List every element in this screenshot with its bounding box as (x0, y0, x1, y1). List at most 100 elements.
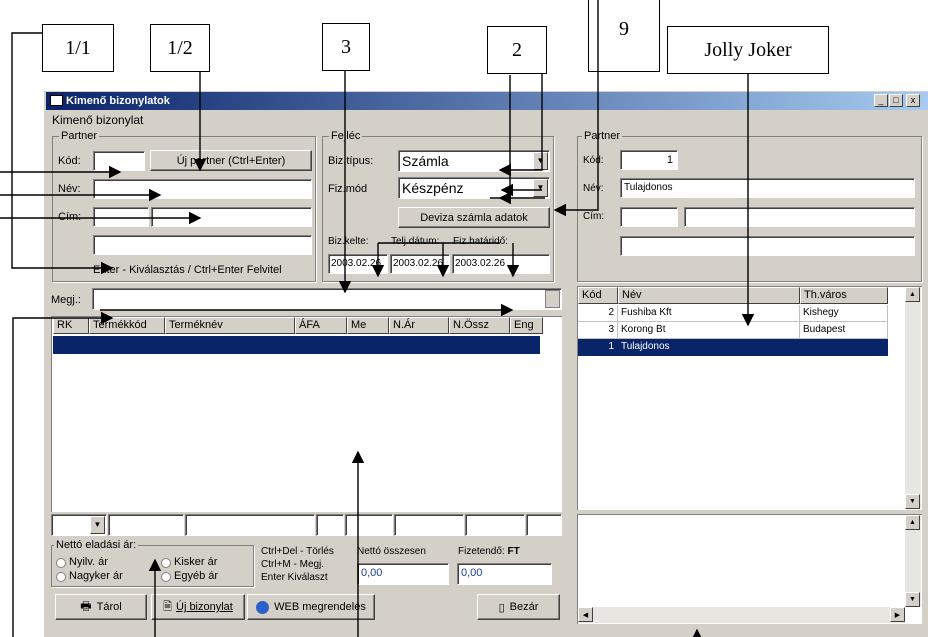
scroll-down-icon[interactable]: ▼ (905, 494, 920, 509)
footer-field-3[interactable] (316, 514, 344, 536)
radio-nagyker[interactable] (56, 572, 66, 582)
right-partner-title: Partner (582, 130, 623, 142)
right-address-field[interactable] (620, 236, 915, 256)
fizetendo-field: 0,00 (457, 563, 552, 585)
biz-kelte-label: Biz.kelte: (328, 236, 369, 247)
partner-hint: Enter - Kiválasztás / Ctrl+Enter Felvite… (93, 264, 282, 276)
window-title: Kimenő bizonylatok (66, 95, 170, 107)
right-nev-field[interactable]: Tulajdonos (620, 178, 915, 198)
items-col-2[interactable]: Terméknév (165, 317, 295, 334)
nev-label: Név: (58, 183, 81, 195)
scroll-up-icon[interactable]: ▲ (905, 287, 920, 302)
scroll-right-icon[interactable]: ▶ (890, 607, 905, 622)
footer-field-1[interactable] (108, 514, 184, 536)
radio-nyilv-label: Nyilv. ár (69, 556, 108, 568)
right-kod-label: Kód: (583, 155, 604, 166)
bezar-label: Bezár (509, 601, 539, 613)
items-col-6[interactable]: N.Össz (449, 317, 510, 334)
deviza-button[interactable]: Deviza számla adatok (398, 207, 550, 228)
web-order-button[interactable]: WEB megrendelés (247, 594, 375, 620)
biz-kelte-field[interactable]: 2003.02.26 (328, 254, 388, 274)
right-cim-label: Cím: (583, 211, 605, 222)
radio-nyilv[interactable] (56, 558, 66, 568)
fiz-mod-value: Készpénz (402, 180, 464, 196)
megj-spinner[interactable] (545, 290, 560, 308)
items-col-3[interactable]: ÁFA (295, 317, 347, 334)
radio-egyeb[interactable] (161, 572, 171, 582)
telj-datum-label: Telj.dátum: (391, 236, 440, 247)
radio-kisker[interactable] (161, 558, 171, 568)
footer-field-5[interactable] (394, 514, 464, 536)
footer-field-2[interactable] (185, 514, 315, 536)
right-kod-value: 1 (666, 154, 673, 166)
address-field[interactable] (93, 235, 312, 255)
right-kod-field[interactable]: 1 (620, 150, 678, 170)
biz-tipus-select[interactable]: Számla ▼ (398, 150, 550, 172)
items-col-4[interactable]: Me (347, 317, 389, 334)
col-kod[interactable]: Kód (578, 287, 618, 304)
printer-icon: 🖶 (80, 598, 92, 613)
callout-2: 2 (487, 26, 547, 74)
items-col-5[interactable]: N.Ár (389, 317, 449, 334)
window-titlebar[interactable]: Kimenő bizonylatok (46, 92, 928, 110)
tarol-button[interactable]: 🖶 Tárol (55, 594, 147, 620)
kimeno-bizonylat-title: Kimenő bizonylat (52, 113, 144, 127)
zip-field[interactable] (93, 207, 149, 227)
app-icon (50, 95, 63, 106)
table-row[interactable]: 2 Fushiba Kft Kishegy (578, 305, 888, 322)
chevron-down-icon[interactable]: ▼ (533, 179, 548, 197)
scroll-up-icon[interactable]: ▲ (905, 515, 920, 530)
maximize-button[interactable]: □ (889, 94, 903, 107)
cim-label: Cím: (58, 211, 82, 223)
partner-grid-scrollbar[interactable]: ▲ ▼ (905, 287, 921, 509)
cell-varos (800, 339, 888, 356)
footer-combo[interactable]: ▼ (51, 514, 107, 536)
fiz-hatarido-label: Fiz.határidő: (453, 236, 509, 247)
items-selected-row[interactable] (53, 336, 540, 354)
new-partner-button[interactable]: Új partner (Ctrl+Enter) (150, 150, 312, 171)
document-icon: 🗎 (163, 600, 172, 613)
telj-datum-field[interactable]: 2003.02.26 (390, 254, 450, 274)
items-col-7[interactable]: Eng (510, 317, 543, 334)
footer-field-6[interactable] (465, 514, 525, 536)
shortcut-kivalaszt: Enter Kiválaszt (261, 572, 328, 583)
memo-hscroll[interactable]: ◀ ▶ (578, 607, 905, 623)
minimize-button[interactable]: _ (874, 94, 888, 107)
tarol-label: Tárol (96, 601, 122, 613)
right-city-field[interactable] (684, 207, 915, 227)
right-zip-field[interactable] (620, 207, 678, 227)
cell-nev: Tulajdonos (621, 341, 670, 352)
cell-kod: 2 (578, 305, 618, 322)
table-row[interactable]: 3 Korong Bt Budapest (578, 322, 888, 339)
footer-field-7[interactable] (526, 514, 562, 536)
nev-field[interactable] (93, 179, 312, 199)
footer-field-4[interactable] (345, 514, 393, 536)
city-field[interactable] (151, 207, 312, 227)
callout-1-2: 1/2 (150, 24, 210, 72)
kod-field[interactable] (93, 151, 145, 171)
callout-3: 3 (322, 23, 370, 71)
close-button[interactable]: x (906, 94, 920, 107)
col-nev[interactable]: Név (618, 287, 800, 304)
fiz-mod-select[interactable]: Készpénz ▼ (398, 177, 550, 199)
items-col-0[interactable]: RK (53, 317, 89, 334)
memo-vscroll[interactable]: ▲ ▼ (905, 515, 921, 607)
biz-tipus-label: Biz.típus: (328, 155, 374, 167)
chevron-down-icon[interactable]: ▼ (90, 516, 105, 534)
scroll-left-icon[interactable]: ◀ (578, 607, 593, 622)
netto-price-title: Nettó eladási ár: (54, 539, 139, 551)
table-row[interactable]: 1 Tulajdonos (578, 339, 888, 356)
uj-bizonylat-label: Új bizonylat (176, 601, 233, 613)
netto-osszesen-field: 0,00 (357, 563, 449, 585)
fiz-hatarido-field[interactable]: 2003.02.26 (452, 254, 550, 274)
megj-field[interactable] (92, 288, 562, 310)
uj-bizonylat-button[interactable]: 🗎 Új bizonylat (151, 594, 245, 620)
web-order-label: WEB megrendelés (274, 601, 366, 613)
megj-label: Megj.: (51, 294, 81, 306)
chevron-down-icon[interactable]: ▼ (533, 152, 548, 170)
shortcut-torles: Ctrl+Del - Törlés (261, 546, 334, 557)
scroll-down-icon[interactable]: ▼ (905, 592, 920, 607)
bezar-button[interactable]: ▯ Bezár (477, 594, 560, 620)
items-col-1[interactable]: Termékkód (89, 317, 165, 334)
col-varos[interactable]: Th.város (800, 287, 888, 304)
